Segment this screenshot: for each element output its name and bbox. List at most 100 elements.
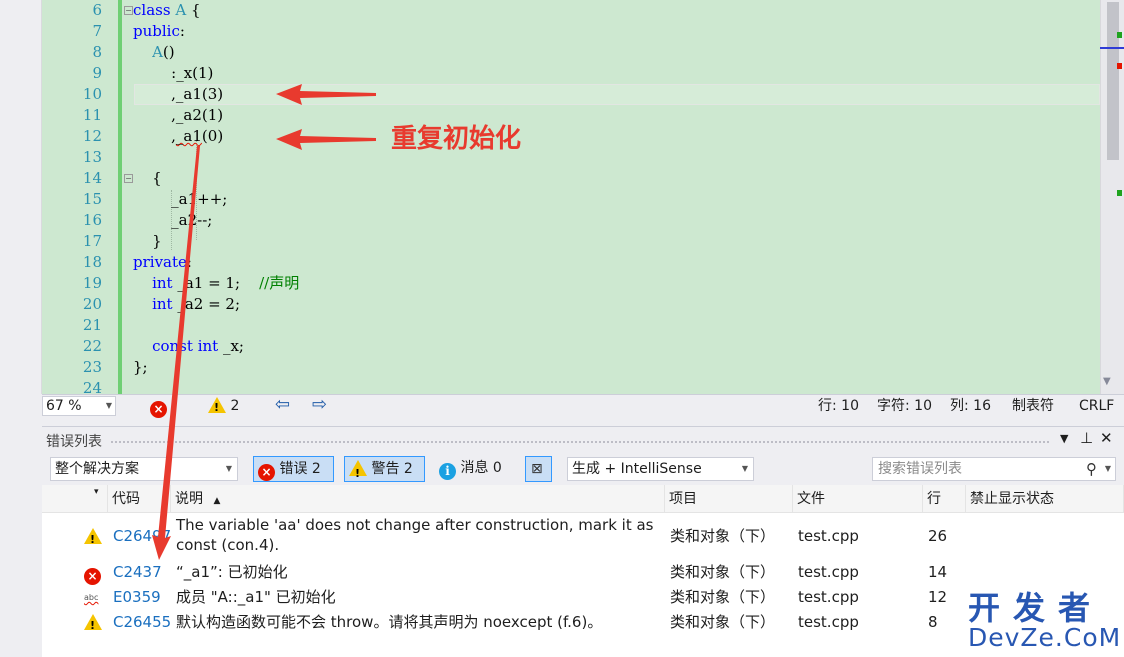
code-line[interactable]: int _a1 = 1; //声明 xyxy=(133,273,299,294)
errors-filter-label: 错误 2 xyxy=(279,461,321,477)
code-line[interactable]: _a1++; xyxy=(133,189,227,210)
error-icon: × xyxy=(150,401,167,418)
column-chooser-icon[interactable]: ▾ xyxy=(76,485,108,513)
line-number: 15 xyxy=(82,190,102,208)
fold-toggle-icon[interactable]: − xyxy=(124,6,133,15)
error-code-link[interactable]: C2437 xyxy=(113,562,162,582)
chevron-down-icon[interactable]: ▼ xyxy=(1105,458,1111,480)
fold-toggle-icon[interactable]: − xyxy=(124,174,133,183)
line-number: 17 xyxy=(82,232,102,250)
line-number: 22 xyxy=(82,337,102,355)
scope-value: 整个解决方案 xyxy=(55,461,139,477)
close-icon[interactable]: ✕ xyxy=(1100,429,1113,447)
warning-indicator[interactable]: 2 xyxy=(208,397,239,417)
error-indicator[interactable]: × xyxy=(150,397,167,418)
code-editor[interactable]: − − 6 7 8 9 10 11 12 13 14 15 16 17 18 1… xyxy=(0,0,1124,397)
messages-filter-button[interactable]: i 消息 0 xyxy=(439,456,502,482)
code-line[interactable]: { xyxy=(133,168,162,189)
column-header-project[interactable]: 项目 xyxy=(665,485,793,513)
info-icon: i xyxy=(439,463,456,480)
error-list-panel: 错误列表 ▼ ⊥ ✕ 整个解决方案 ▼ × 错误 2 警告 2 i 消息 0 ⊠… xyxy=(42,426,1124,657)
error-code-link[interactable]: C26455 xyxy=(113,612,171,632)
line-ending-indicator[interactable]: CRLF xyxy=(1079,397,1114,415)
line-number: 20 xyxy=(82,295,102,313)
code-line[interactable]: private: xyxy=(133,252,192,273)
error-file: test.cpp xyxy=(798,527,859,545)
pin-icon[interactable]: ⊥ xyxy=(1080,429,1093,447)
line-number: 21 xyxy=(82,316,102,334)
table-row[interactable]: × C2437 “_a1”: 已初始化 类和对象（下） test.cpp 14 xyxy=(42,560,1124,585)
panel-title: 错误列表 xyxy=(46,434,102,450)
error-icon: × xyxy=(84,562,101,585)
code-line[interactable]: ,_a1(0) xyxy=(133,126,223,147)
line-number: 8 xyxy=(92,43,102,61)
watermark-line2: DevZe.CoM xyxy=(968,623,1122,652)
zoom-dropdown[interactable]: 67 % ▼ xyxy=(42,396,116,416)
scroll-down-icon[interactable]: ▼ xyxy=(1103,376,1111,387)
search-input[interactable]: 搜索错误列表 ⚲ ▼ xyxy=(872,457,1116,481)
error-code-link[interactable]: E0359 xyxy=(113,587,161,607)
next-arrow-icon[interactable]: ⇨ xyxy=(312,396,327,414)
code-line[interactable]: const int _x; xyxy=(133,336,244,357)
warnings-filter-button[interactable]: 警告 2 xyxy=(344,456,425,486)
watermark-line1: 开发者 xyxy=(968,589,1104,627)
line-number: 10 xyxy=(82,85,102,103)
errors-filter-button[interactable]: × 错误 2 xyxy=(253,456,334,482)
tab-mode-indicator[interactable]: 制表符 xyxy=(1012,397,1054,415)
error-project: 类和对象（下） xyxy=(670,613,776,631)
error-line: 26 xyxy=(928,527,948,545)
col-indicator: 列: 16 xyxy=(950,398,991,414)
code-line[interactable]: }; xyxy=(133,357,148,378)
scope-dropdown[interactable]: 整个解决方案 ▼ xyxy=(50,457,238,481)
error-project: 类和对象（下） xyxy=(670,527,776,545)
scrollbar-thumb[interactable] xyxy=(1107,2,1119,160)
column-header-file[interactable]: 文件 xyxy=(793,485,923,513)
panel-drag-grip[interactable] xyxy=(110,440,1050,445)
code-line[interactable]: ,_a2(1) xyxy=(133,105,223,126)
column-header-line[interactable]: 行 xyxy=(923,485,966,513)
sort-ascending-icon: ▲ xyxy=(213,496,221,506)
line-number: 9 xyxy=(92,64,102,82)
line-number: 18 xyxy=(82,253,102,271)
annotation-text: 重复初始化 xyxy=(391,124,522,154)
code-line[interactable]: A() xyxy=(133,42,175,63)
watermark-logo: 开发者 DevZe.CoM xyxy=(966,590,1124,657)
table-row[interactable]: C26455 默认构造函数可能不会 throw。请将其声明为 noexcept … xyxy=(42,610,1124,636)
current-line-highlight xyxy=(134,84,1100,105)
code-line[interactable]: ,_a1(3) xyxy=(133,84,223,105)
previous-arrow-icon[interactable]: ⇦ xyxy=(275,396,290,414)
search-icon[interactable]: ⚲ xyxy=(1086,458,1097,480)
window-position-dropdown-icon[interactable]: ▼ xyxy=(1060,432,1068,445)
code-line[interactable]: _a2--; xyxy=(133,210,212,231)
scrollbar-change-marker xyxy=(1117,190,1122,196)
code-area[interactable] xyxy=(122,0,1100,394)
code-line[interactable]: :_x(1) xyxy=(133,63,213,84)
table-row[interactable]: C26497 The variable 'aa' does not change… xyxy=(42,515,1124,557)
error-file: test.cpp xyxy=(798,613,859,631)
build-filter-value: 生成 + IntelliSense xyxy=(572,461,702,477)
build-filter-dropdown[interactable]: 生成 + IntelliSense ▼ xyxy=(567,457,754,481)
column-header-code[interactable]: 代码 xyxy=(108,485,171,513)
filter-icon[interactable]: ⊠ xyxy=(525,456,552,482)
editor-left-strip xyxy=(0,0,42,394)
code-line[interactable]: public: xyxy=(133,21,185,42)
scrollbar-change-marker xyxy=(1117,32,1122,38)
error-line: 14 xyxy=(928,563,948,581)
table-row[interactable]: abc E0359 成员 "A::_a1" 已初始化 类和对象（下） test.… xyxy=(42,585,1124,610)
column-header-suppression[interactable]: 禁止显示状态 xyxy=(966,485,1124,513)
error-code-link[interactable]: C26497 xyxy=(113,526,171,546)
error-description: 成员 "A::_a1" 已初始化 xyxy=(176,588,336,606)
error-description: “_a1”: 已初始化 xyxy=(176,563,288,581)
column-header-description[interactable]: 说明 ▲ xyxy=(171,485,665,513)
code-line[interactable]: class A { xyxy=(133,0,200,21)
error-list-toolbar: 整个解决方案 ▼ × 错误 2 警告 2 i 消息 0 ⊠ 生成 + Intel… xyxy=(42,453,1124,486)
line-number: 11 xyxy=(82,106,102,124)
error-description: const (con.4). xyxy=(176,536,280,554)
code-line[interactable]: } xyxy=(133,231,162,252)
code-line[interactable]: int _a2 = 2; xyxy=(133,294,240,315)
char-indicator: 字符: 10 xyxy=(877,398,932,414)
warning-icon xyxy=(84,612,102,636)
line-number: 23 xyxy=(82,358,102,376)
warning-icon xyxy=(349,460,367,486)
error-icon: × xyxy=(258,464,275,481)
